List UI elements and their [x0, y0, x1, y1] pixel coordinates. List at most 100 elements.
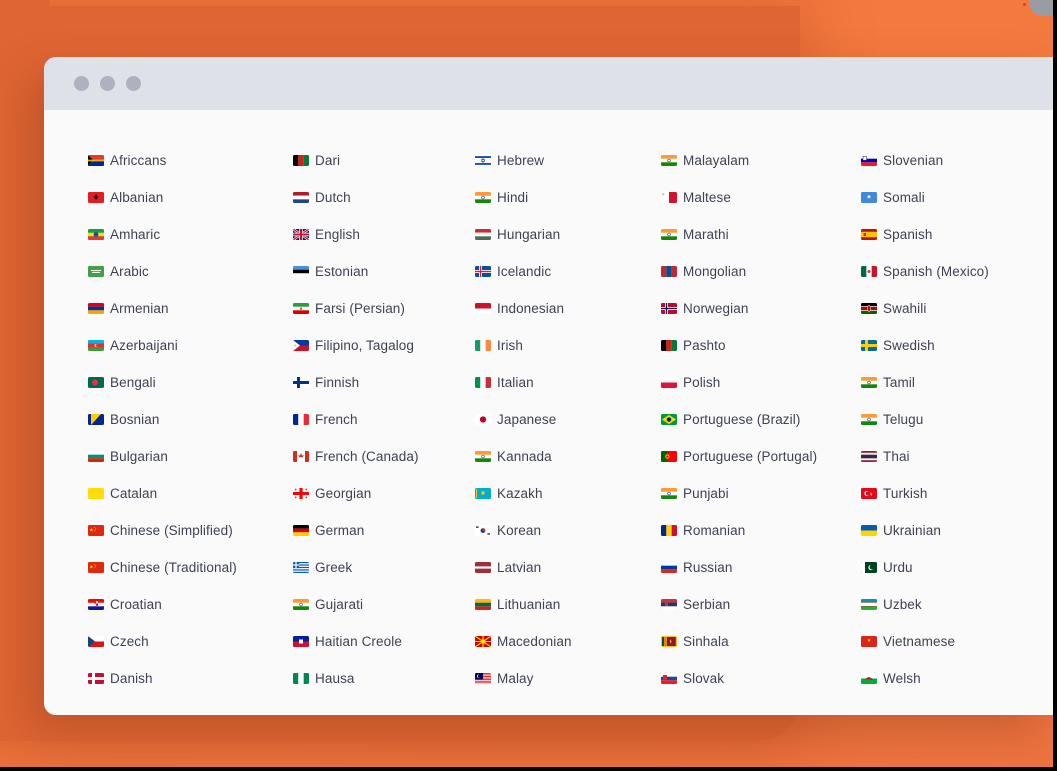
language-item[interactable]: German — [293, 512, 475, 549]
flag-poland-icon — [661, 377, 683, 388]
language-item[interactable]: Lithuanian — [475, 586, 661, 623]
language-label: Albanian — [110, 190, 164, 205]
flag-china-icon — [88, 562, 110, 573]
flag-afghanistan-icon — [293, 155, 315, 166]
language-item[interactable]: Japanese — [475, 401, 661, 438]
language-item[interactable]: Kannada — [475, 438, 661, 475]
language-label: Macedonian — [497, 634, 572, 649]
language-item[interactable]: Albanian — [88, 179, 293, 216]
orange-backdrop-corner — [0, 0, 50, 90]
language-item[interactable]: Farsi (Persian) — [293, 290, 475, 327]
flag-united-kingdom-icon — [293, 229, 315, 240]
language-item[interactable]: Marathi — [661, 216, 861, 253]
window-minimize-dot[interactable] — [100, 76, 115, 91]
window-close-dot[interactable] — [74, 76, 89, 91]
language-label: Bulgarian — [110, 449, 168, 464]
language-item[interactable]: Mongolian — [661, 253, 861, 290]
language-item[interactable]: Turkish — [861, 475, 1057, 512]
language-item[interactable]: Danish — [88, 660, 293, 697]
language-item[interactable]: Spanish — [861, 216, 1057, 253]
flag-germany-icon — [293, 525, 315, 536]
language-item[interactable]: Estonian — [293, 253, 475, 290]
language-item[interactable]: Romanian — [661, 512, 861, 549]
language-item[interactable]: Georgian — [293, 475, 475, 512]
language-item[interactable]: Punjabi — [661, 475, 861, 512]
language-item[interactable]: Welsh — [861, 660, 1057, 697]
flag-india-icon — [661, 155, 683, 166]
language-item[interactable]: Armenian — [88, 290, 293, 327]
language-label: Swahili — [883, 301, 927, 316]
language-item[interactable]: Irish — [475, 327, 661, 364]
language-item[interactable]: Norwegian — [661, 290, 861, 327]
language-label: Icelandic — [497, 264, 552, 279]
language-item[interactable]: Slovak — [661, 660, 861, 697]
language-item[interactable]: Macedonian — [475, 623, 661, 660]
language-item[interactable]: Ukrainian — [861, 512, 1057, 549]
language-item[interactable]: Haitian Creole — [293, 623, 475, 660]
language-item[interactable]: Hebrew — [475, 142, 661, 179]
language-item[interactable]: Chinese (Traditional) — [88, 549, 293, 586]
language-item[interactable]: Dutch — [293, 179, 475, 216]
flag-france-icon — [293, 414, 315, 425]
language-item[interactable]: Tamil — [861, 364, 1057, 401]
language-item[interactable]: Swahili — [861, 290, 1057, 327]
language-item[interactable]: Czech — [88, 623, 293, 660]
language-item[interactable]: Latvian — [475, 549, 661, 586]
flag-indonesia-icon — [475, 303, 497, 314]
language-item[interactable]: Telugu — [861, 401, 1057, 438]
language-item[interactable]: English — [293, 216, 475, 253]
language-item[interactable]: Korean — [475, 512, 661, 549]
language-item[interactable]: Bulgarian — [88, 438, 293, 475]
language-item[interactable]: Chinese (Simplified) — [88, 512, 293, 549]
language-label: Irish — [497, 338, 524, 353]
language-label: Greek — [315, 560, 353, 575]
language-item[interactable]: Bengali — [88, 364, 293, 401]
language-item[interactable]: Spanish (Mexico) — [861, 253, 1057, 290]
language-item[interactable]: Hindi — [475, 179, 661, 216]
language-column-2: Hebrew Hindi Hungarian Icelandic Indonesian I… — [475, 142, 661, 697]
language-item[interactable]: Malayalam — [661, 142, 861, 179]
language-item[interactable]: Maltese — [661, 179, 861, 216]
language-column-3: Malayalam Maltese Marathi Mongolian Norwegia… — [661, 142, 861, 697]
language-item[interactable]: Gujarati — [293, 586, 475, 623]
language-item[interactable]: Africcans — [88, 142, 293, 179]
language-item[interactable]: Pashto — [661, 327, 861, 364]
language-item[interactable]: Swedish — [861, 327, 1057, 364]
flag-south-korea-icon — [475, 525, 497, 536]
language-item[interactable]: Malay — [475, 660, 661, 697]
language-item[interactable]: Slovenian — [861, 142, 1057, 179]
language-item[interactable]: Hausa — [293, 660, 475, 697]
language-item[interactable]: Amharic — [88, 216, 293, 253]
language-item[interactable]: Dari — [293, 142, 475, 179]
language-item[interactable]: Azerbaijani — [88, 327, 293, 364]
language-item[interactable]: Serbian — [661, 586, 861, 623]
language-item[interactable]: Italian — [475, 364, 661, 401]
language-item[interactable]: Uzbek — [861, 586, 1057, 623]
language-item[interactable]: Kazakh — [475, 475, 661, 512]
language-item[interactable]: Icelandic — [475, 253, 661, 290]
language-item[interactable]: Urdu — [861, 549, 1057, 586]
language-item[interactable]: Catalan — [88, 475, 293, 512]
language-item[interactable]: Finnish — [293, 364, 475, 401]
language-item[interactable]: Polish — [661, 364, 861, 401]
language-item[interactable]: Hungarian — [475, 216, 661, 253]
language-item[interactable]: Somali — [861, 179, 1057, 216]
language-item[interactable]: Arabic — [88, 253, 293, 290]
language-label: Romanian — [683, 523, 746, 538]
language-item[interactable]: Greek — [293, 549, 475, 586]
language-item[interactable]: French — [293, 401, 475, 438]
window-maximize-dot[interactable] — [126, 76, 141, 91]
language-item[interactable]: Vietnamese — [861, 623, 1057, 660]
page-background: Africcans Albanian Amharic Arabic Armenian Az… — [0, 0, 1057, 771]
language-item[interactable]: Russian — [661, 549, 861, 586]
language-label: Chinese (Traditional) — [110, 560, 237, 575]
language-item[interactable]: Sinhala — [661, 623, 861, 660]
language-item[interactable]: Croatian — [88, 586, 293, 623]
language-item[interactable]: Indonesian — [475, 290, 661, 327]
language-item[interactable]: Filipino, Tagalog — [293, 327, 475, 364]
language-item[interactable]: Bosnian — [88, 401, 293, 438]
language-item[interactable]: French (Canada) — [293, 438, 475, 475]
language-item[interactable]: Portuguese (Portugal) — [661, 438, 861, 475]
language-item[interactable]: Thai — [861, 438, 1057, 475]
language-item[interactable]: Portuguese (Brazil) — [661, 401, 861, 438]
